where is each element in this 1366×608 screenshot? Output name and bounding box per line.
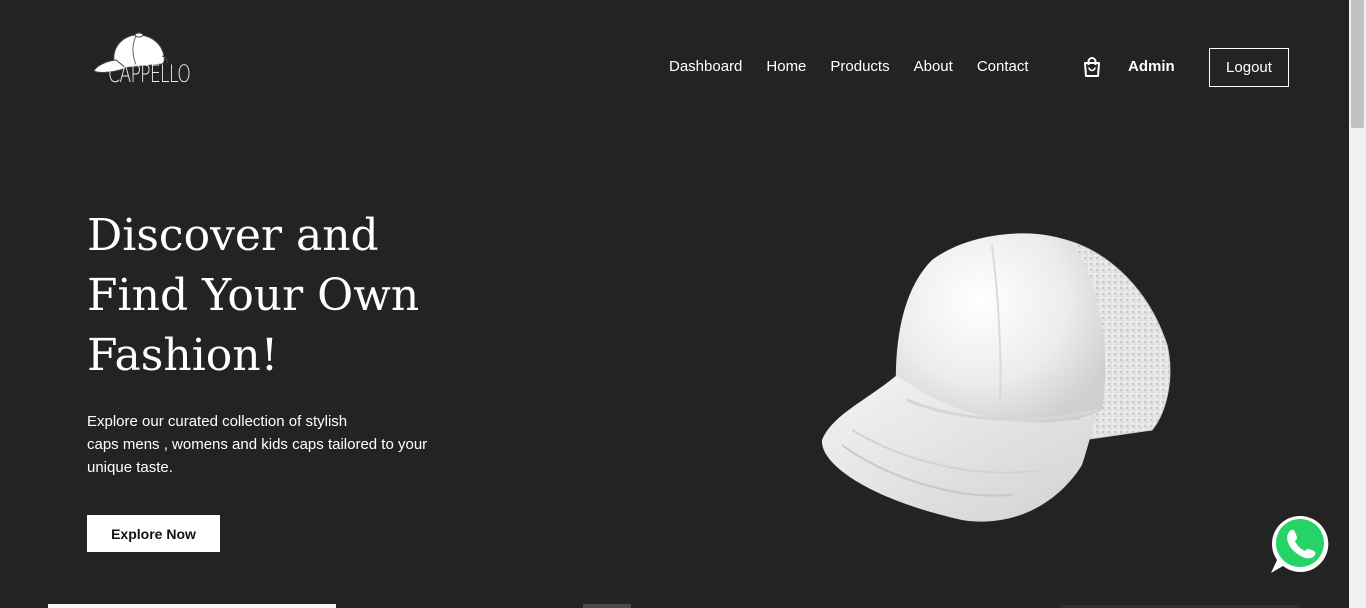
- main-nav: Dashboard Home Products About Contact: [669, 58, 1053, 75]
- white-trucker-cap-image: [821, 233, 1171, 522]
- cart-button[interactable]: [1082, 56, 1102, 78]
- user-name[interactable]: Admin: [1128, 58, 1175, 75]
- nav-item-contact[interactable]: Contact: [977, 58, 1029, 75]
- brand-logo[interactable]: CAPPELLO: [92, 30, 196, 92]
- page: CAPPELLO Dashboard Home Products About C…: [0, 0, 1366, 608]
- shopping-bag-icon: [1084, 57, 1100, 77]
- nav-item-home[interactable]: Home: [766, 58, 806, 75]
- hero-description: Explore our curated collection of stylis…: [87, 410, 447, 479]
- hero-description-line: unique taste.: [87, 459, 173, 476]
- page-scrollbar[interactable]: [1349, 0, 1366, 608]
- hero-title-line: Discover and: [87, 210, 379, 261]
- hero-title-line: Find Your Own: [87, 270, 420, 321]
- whatsapp-chat-button[interactable]: [1269, 513, 1331, 575]
- brand-name: CAPPELLO: [108, 60, 191, 88]
- scrollbar-thumb[interactable]: [1351, 0, 1364, 128]
- explore-now-button[interactable]: Explore Now: [87, 515, 220, 552]
- nav-item-about[interactable]: About: [914, 58, 953, 75]
- nav-item-dashboard[interactable]: Dashboard: [669, 58, 742, 75]
- section-card-edge: [583, 604, 631, 608]
- hero-title-line: Fashion!: [87, 330, 279, 381]
- whatsapp-icon: [1271, 515, 1329, 573]
- section-card-edge: [48, 604, 336, 608]
- hero-title: Discover and Find Your Own Fashion!: [87, 206, 487, 386]
- hero-description-line: caps mens , womens and kids caps tailore…: [87, 436, 428, 453]
- nav-item-products[interactable]: Products: [830, 58, 889, 75]
- hero-description-line: Explore our curated collection of stylis…: [87, 413, 348, 430]
- logout-button[interactable]: Logout: [1209, 48, 1289, 87]
